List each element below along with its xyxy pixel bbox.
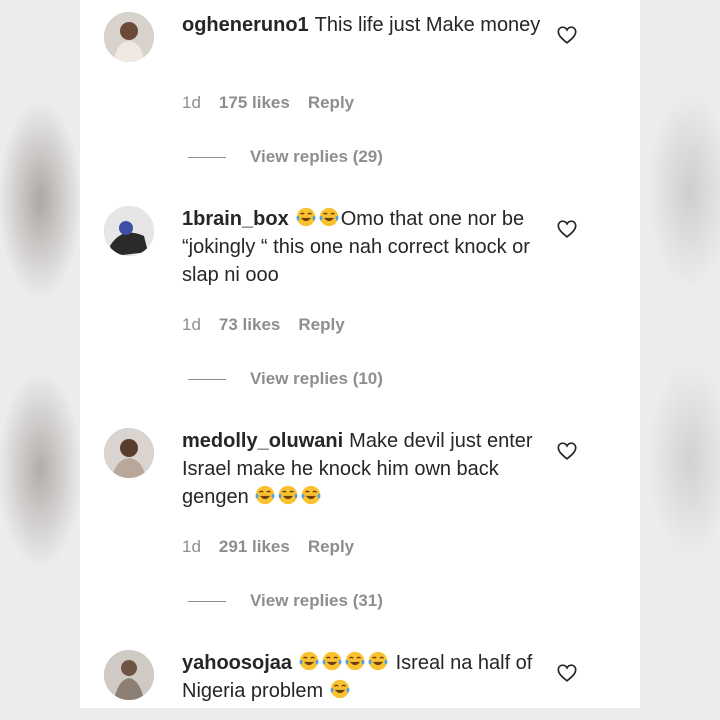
view-replies-label: View replies (31) [250, 591, 383, 610]
comment-username[interactable]: yahoosojaa [182, 652, 292, 674]
comment-time: 1d [182, 315, 201, 334]
comment-username[interactable]: 1brain_box [182, 208, 289, 230]
comments-panel: ogheneruno1 This life just Make money 1d 1… [80, 0, 640, 708]
avatar[interactable] [104, 206, 154, 256]
emoji-group [298, 651, 390, 674]
comment-meta: 1d 73 likes Reply [182, 315, 345, 335]
comment-body: This life just Make money [314, 14, 541, 36]
reply-button[interactable]: Reply [308, 93, 354, 112]
face-with-tears-of-joy-emoji [319, 207, 339, 227]
comment-text: yahoosojaa Isreal na half of Nigeria pro… [182, 649, 542, 705]
comment-likes[interactable]: 175 likes [219, 93, 290, 112]
heart-outline-icon[interactable] [556, 218, 578, 240]
divider-line [188, 156, 226, 159]
comment-likes[interactable]: 291 likes [219, 537, 290, 556]
face-with-tears-of-joy-emoji [322, 651, 342, 671]
view-replies-button[interactable]: View replies (10) [188, 369, 383, 389]
heart-outline-icon[interactable] [556, 440, 578, 462]
view-replies-label: View replies (10) [250, 369, 383, 388]
face-with-tears-of-joy-emoji [368, 651, 388, 671]
avatar[interactable] [104, 650, 154, 700]
emoji-group [295, 207, 341, 230]
comment-username[interactable]: medolly_oluwani [182, 430, 343, 452]
face-with-tears-of-joy-emoji [278, 485, 298, 505]
face-with-tears-of-joy-emoji [301, 485, 321, 505]
face-with-tears-of-joy-emoji [345, 651, 365, 671]
comment-time: 1d [182, 93, 201, 112]
face-with-tears-of-joy-emoji [255, 485, 275, 505]
comment-text: medolly_oluwani Make devil just enter Isr… [182, 427, 542, 511]
view-replies-button[interactable]: View replies (29) [188, 147, 383, 167]
comment-meta: 1d 175 likes Reply [182, 93, 354, 113]
comment-username[interactable]: ogheneruno1 [182, 14, 309, 36]
comment-text: 1brain_box Omo that one nor be “jokingly … [182, 205, 542, 289]
comment-likes[interactable]: 73 likes [219, 315, 280, 334]
face-with-tears-of-joy-emoji [299, 651, 319, 671]
comment-meta: 1d 291 likes Reply [182, 537, 354, 557]
heart-outline-icon[interactable] [556, 662, 578, 684]
emoji-group [254, 485, 323, 508]
avatar[interactable] [104, 428, 154, 478]
face-with-tears-of-joy-emoji [330, 679, 350, 699]
reply-button[interactable]: Reply [308, 537, 354, 556]
face-with-tears-of-joy-emoji [296, 207, 316, 227]
heart-outline-icon[interactable] [556, 24, 578, 46]
divider-line [188, 600, 226, 603]
avatar[interactable] [104, 12, 154, 62]
comment-time: 1d [182, 537, 201, 556]
reply-button[interactable]: Reply [298, 315, 344, 334]
divider-line [188, 378, 226, 381]
view-replies-button[interactable]: View replies (31) [188, 591, 383, 611]
emoji-group [329, 679, 352, 702]
view-replies-label: View replies (29) [250, 147, 383, 166]
comment-text: ogheneruno1 This life just Make money [182, 11, 542, 39]
